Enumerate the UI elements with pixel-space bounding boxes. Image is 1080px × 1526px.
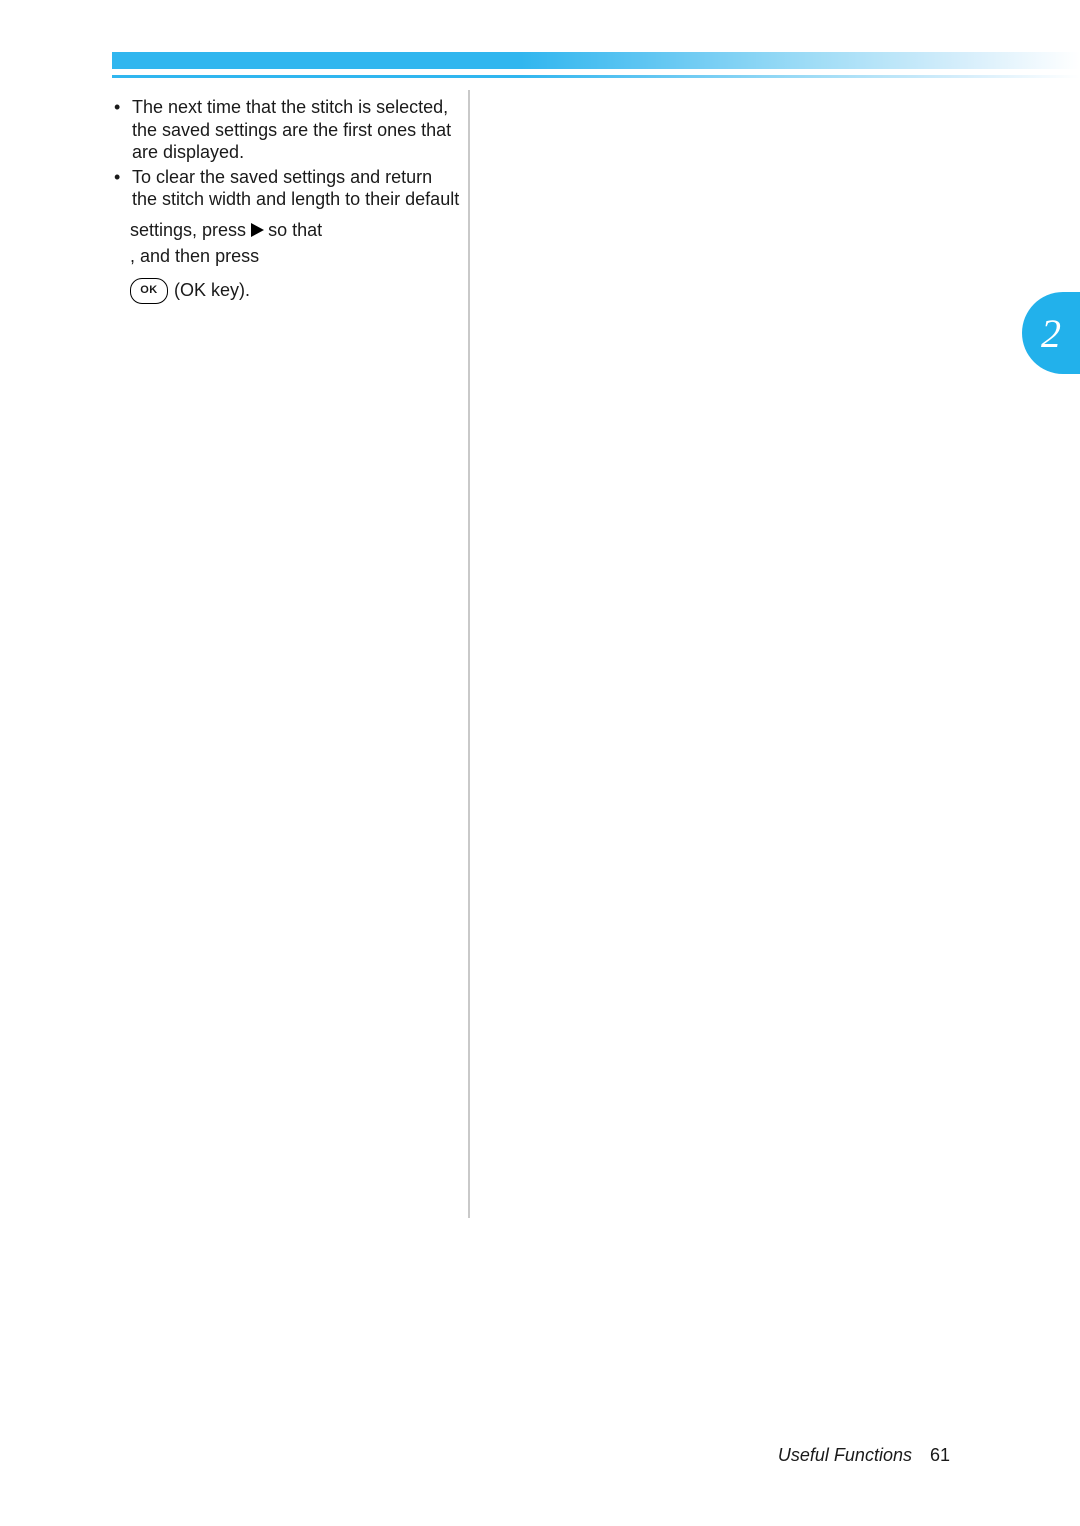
inline-instruction-row-1: settings, press so that , and then press xyxy=(112,219,460,268)
bullet-item-2: • To clear the saved settings and return… xyxy=(112,166,460,211)
page-footer: Useful Functions 61 xyxy=(778,1445,950,1466)
text-settings-press: settings, press xyxy=(130,219,246,242)
text-so-that: so that xyxy=(268,219,322,242)
page: • The next time that the stitch is selec… xyxy=(0,0,1080,1526)
bullet-dot: • xyxy=(112,96,132,164)
inline-instruction-row-2: OK (OK key). xyxy=(112,278,460,304)
footer-title: Useful Functions xyxy=(778,1445,912,1466)
content-column: • The next time that the stitch is selec… xyxy=(112,96,460,304)
ok-key-icon-label: OK xyxy=(140,284,158,298)
text-and-then-press: , and then press xyxy=(130,245,259,268)
chapter-tab: 2 xyxy=(1022,292,1080,374)
bullet-dot: • xyxy=(112,166,132,211)
bullet-text: To clear the saved settings and return t… xyxy=(132,166,460,211)
right-triangle-icon xyxy=(249,222,265,238)
header-bar-thick xyxy=(112,52,1080,69)
footer-page-number: 61 xyxy=(930,1445,950,1466)
column-divider xyxy=(468,90,470,1218)
bullet-text: The next time that the stitch is selecte… xyxy=(132,96,460,164)
ok-key-icon: OK xyxy=(130,278,168,304)
text-ok-key: (OK key). xyxy=(174,279,250,302)
header-bar-thin xyxy=(112,75,1080,78)
bullet-item-1: • The next time that the stitch is selec… xyxy=(112,96,460,164)
chapter-number: 2 xyxy=(1041,310,1061,357)
